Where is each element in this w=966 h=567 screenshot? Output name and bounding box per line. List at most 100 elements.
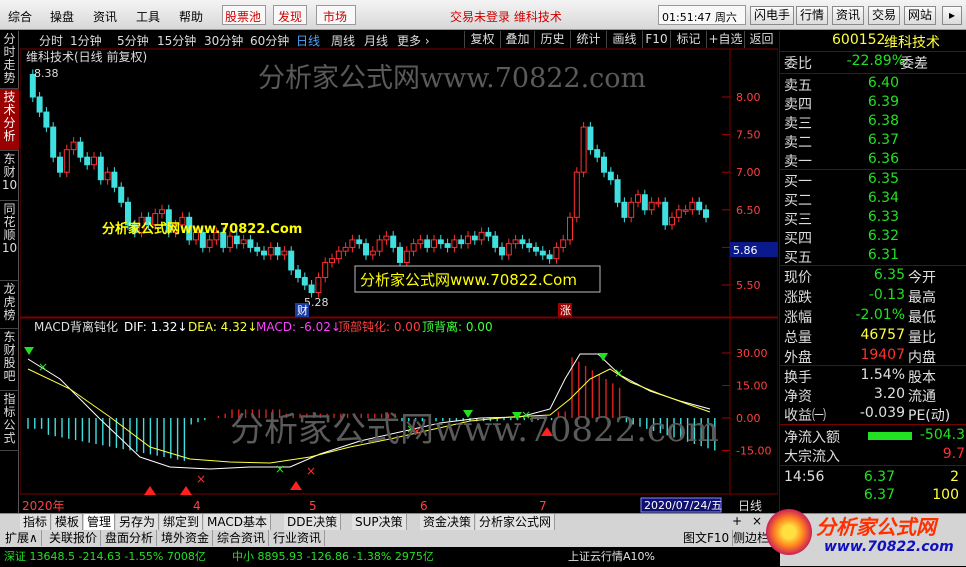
history-button[interactable]: 历史 — [534, 31, 570, 48]
back-button[interactable]: 返回 — [744, 31, 778, 48]
scroll-right-icon[interactable]: ▸ — [942, 6, 962, 25]
candle-body — [499, 246, 505, 256]
cross-signal-icon: × — [306, 464, 316, 478]
period-more[interactable]: 更多 › — [397, 32, 430, 49]
period-weekly[interactable]: 周线 — [331, 32, 355, 49]
period-15min[interactable]: 15分钟 — [157, 32, 196, 49]
adjust-button[interactable]: 复权 — [464, 31, 500, 48]
period-monthly[interactable]: 月线 — [364, 32, 388, 49]
candle-body — [492, 235, 499, 248]
candle-body — [424, 239, 431, 248]
candle-body — [682, 209, 689, 212]
bottom-tab[interactable]: 指标 — [20, 514, 52, 530]
bottom-tab[interactable]: DDE决策 — [284, 514, 342, 530]
menu-market[interactable]: 市场 — [323, 8, 347, 25]
period-5min[interactable]: 5分钟 — [117, 32, 149, 49]
candle-body — [267, 246, 274, 256]
bid-price: 6.33 — [867, 209, 899, 225]
time-axis-jul: 7 — [539, 499, 547, 513]
menu-bangzhu[interactable]: 帮助 — [179, 8, 203, 25]
mark-button[interactable]: 标记 — [670, 31, 706, 48]
candle-body — [233, 235, 240, 245]
candle-body — [546, 254, 553, 260]
tab-technical[interactable]: 技术分析 — [0, 89, 19, 151]
period-60min[interactable]: 60分钟 — [250, 32, 289, 49]
kline-chart[interactable]: 8.007.507.006.506.005.5030.0015.000.00-1… — [20, 49, 778, 513]
overlay-button[interactable]: 叠加 — [500, 31, 534, 48]
candle-body — [356, 239, 363, 245]
candle-body — [689, 201, 696, 211]
stat2-label: 收益㈠ — [784, 408, 826, 424]
website-button[interactable]: 网站 — [904, 6, 937, 25]
stat2-value: -0.039 — [859, 405, 905, 421]
candle-body — [57, 156, 63, 173]
close-tab-icon[interactable]: × — [752, 514, 762, 528]
tab-longhubang[interactable]: 龙虎榜 — [0, 281, 19, 329]
bottom-link[interactable]: 关联报价 — [46, 530, 102, 546]
candle-body — [390, 235, 397, 248]
candle-body — [478, 231, 485, 241]
candle-body — [118, 186, 125, 203]
bid-label: 买五 — [784, 250, 812, 266]
menu-zonghe[interactable]: 综合 — [8, 8, 32, 25]
stat-row: 总量 46757 量比 — [780, 327, 966, 346]
period-bar: 分时 1分钟 5分钟 15分钟 30分钟 60分钟 日线 周线 月线 更多 › … — [20, 31, 778, 49]
weibi-row: 委比 -22.89% 委差 — [780, 53, 966, 72]
menu-caopan[interactable]: 操盘 — [50, 8, 74, 25]
bottom-tab[interactable]: 绑定到 — [160, 514, 204, 530]
bottom-tab[interactable]: 模板 — [52, 514, 84, 530]
weicha-label: 委差 — [900, 56, 928, 72]
bottom-link[interactable]: 行业资讯 — [270, 530, 326, 546]
bottom-tab[interactable]: 管理 — [84, 514, 116, 530]
tab-timeshare[interactable]: 分时走势 — [0, 31, 19, 89]
index-ticker: 深证 13648.5 -214.63 -1.55% 7008亿 中小 8895.… — [0, 547, 780, 567]
add-tab-icon[interactable]: + — [732, 514, 742, 528]
tab-guba[interactable]: 东财股吧 — [0, 329, 19, 391]
watermark-macd: 分析家公式网www.70822.com — [230, 410, 719, 450]
bottom-tab[interactable]: 另存为 — [116, 514, 160, 530]
tab-ths-10[interactable]: 同花顺10 — [0, 201, 19, 281]
trade-button[interactable]: 交易 — [868, 6, 901, 25]
ask-label: 卖三 — [784, 116, 812, 132]
stats-button[interactable]: 统计 — [570, 31, 606, 48]
current-price-text: 5.86 — [733, 244, 758, 257]
sell-signal-icon — [24, 347, 34, 355]
ask-label: 卖二 — [784, 135, 812, 151]
candle-body — [641, 194, 648, 211]
ask-row: 卖一 6.36 — [780, 151, 966, 170]
menu-discover[interactable]: 发现 — [278, 8, 302, 25]
menu-zixun[interactable]: 资讯 — [93, 8, 117, 25]
bottom-link[interactable]: 盘面分析 — [102, 530, 158, 546]
bottom-tab[interactable]: MACD基本 — [204, 514, 271, 530]
bottom-link[interactable]: 境外资金 — [158, 530, 214, 546]
f10-button[interactable]: F10 — [642, 31, 670, 48]
bottom-link[interactable]: 扩展∧ — [2, 530, 42, 546]
quote-button[interactable]: 行情 — [796, 6, 829, 25]
period-daily[interactable]: 日线 — [296, 32, 320, 49]
bottom-tab[interactable]: SUP决策 — [352, 514, 407, 530]
bottom-tab[interactable]: 分析家公式网 — [476, 514, 556, 530]
tab-eastmoney-10[interactable]: 东财10 — [0, 151, 19, 201]
draw-button[interactable]: 画线 — [606, 31, 642, 48]
price-tick-label: 7.00 — [736, 166, 761, 179]
f10-status[interactable]: 图文F10 — [680, 530, 734, 546]
bottom-tab[interactable]: 资金决策 — [420, 514, 476, 530]
period-timeshare[interactable]: 分时 — [39, 32, 63, 49]
add-watchlist-button[interactable]: +自选 — [706, 31, 744, 48]
menu-stock-pool[interactable]: 股票池 — [225, 8, 261, 25]
candle-body — [206, 239, 213, 248]
stat2-label: 净资 — [784, 389, 812, 405]
period-30min[interactable]: 30分钟 — [204, 32, 243, 49]
bottom-link[interactable]: 综合资讯 — [214, 530, 270, 546]
period-1min[interactable]: 1分钟 — [70, 32, 102, 49]
lightning-button[interactable]: 闪电手 — [750, 6, 795, 25]
candle-body — [594, 149, 601, 158]
ask-price: 6.39 — [867, 94, 899, 110]
stat-value: -2.01% — [855, 307, 905, 323]
tab-formula[interactable]: 指标公式 — [0, 391, 19, 451]
price-tick-label: 8.00 — [736, 91, 761, 104]
menu-gongju[interactable]: 工具 — [136, 8, 160, 25]
watermark-yellow: 分析家公式网www.70822.Com — [102, 221, 302, 237]
sell-signal-icon — [598, 353, 608, 361]
news-button[interactable]: 资讯 — [832, 6, 865, 25]
